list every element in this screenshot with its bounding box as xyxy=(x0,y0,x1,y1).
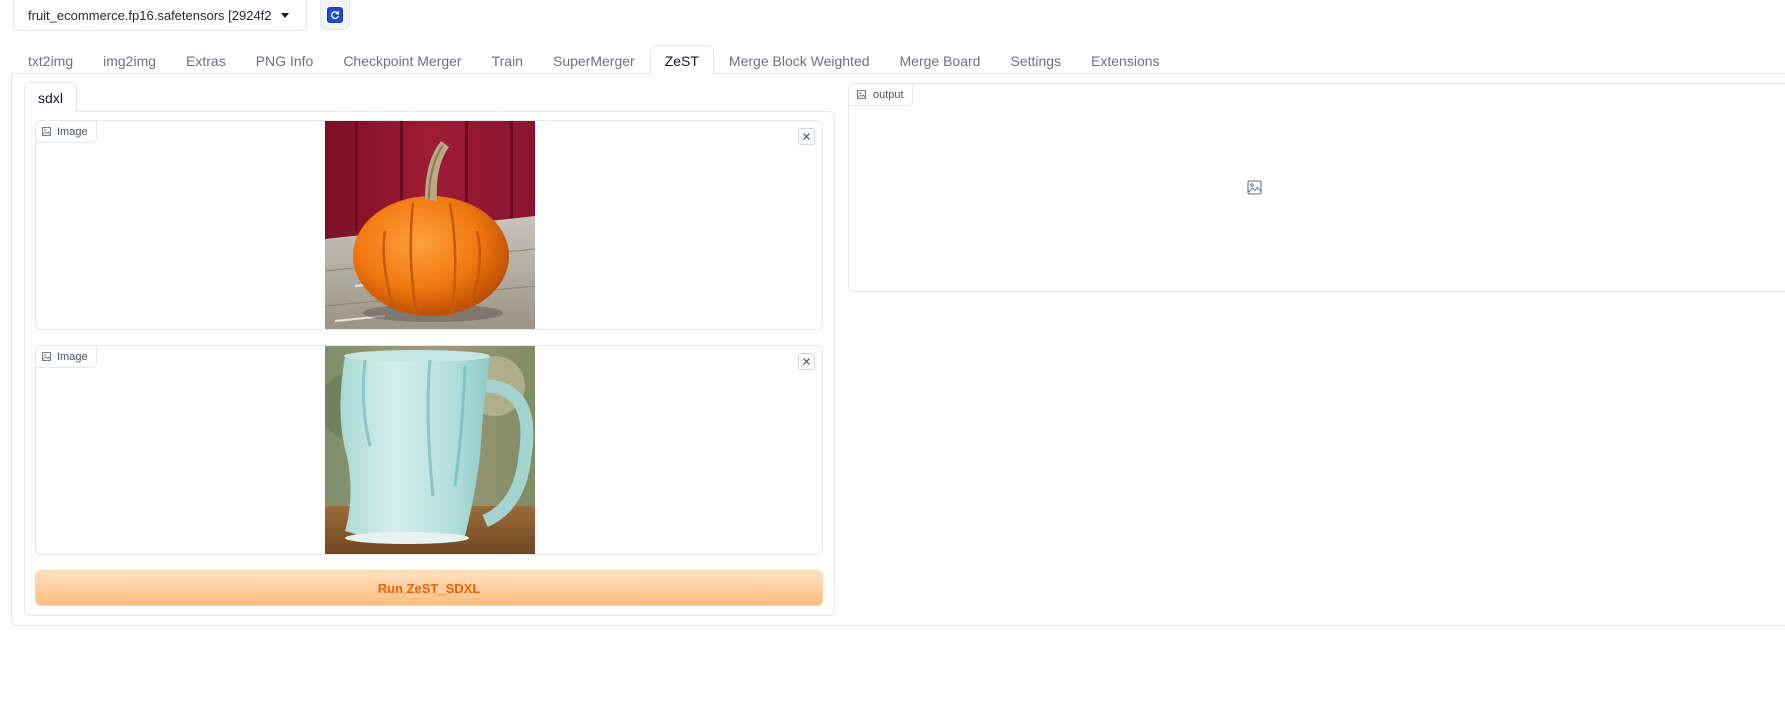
image-label-text: Image xyxy=(57,350,88,363)
tab-txt2img[interactable]: txt2img xyxy=(13,45,88,74)
chevron-down-icon xyxy=(281,12,289,18)
mug-image xyxy=(325,346,535,554)
image-icon xyxy=(42,352,51,361)
tab-extras[interactable]: Extras xyxy=(171,45,241,74)
tab-supermerger[interactable]: SuperMerger xyxy=(538,45,650,74)
image-label-text: Image xyxy=(57,125,88,138)
checkpoint-value: fruit_ecommerce.fp16.safetensors [2924f2… xyxy=(28,7,272,23)
image-icon xyxy=(857,90,866,99)
tab-merge-block-weighted[interactable]: Merge Block Weighted xyxy=(714,45,885,74)
tab-settings[interactable]: Settings xyxy=(995,45,1076,74)
refresh-button[interactable] xyxy=(320,0,350,30)
tab-png-info[interactable]: PNG Info xyxy=(241,45,329,74)
refresh-icon xyxy=(327,6,343,23)
image-placeholder-icon xyxy=(1247,180,1262,200)
image-input-1[interactable]: Image xyxy=(35,120,823,330)
clear-image-2-button[interactable] xyxy=(798,353,815,370)
output-label: output xyxy=(849,84,913,106)
tab-extensions[interactable]: Extensions xyxy=(1076,45,1174,74)
tab-img2img[interactable]: img2img xyxy=(88,45,171,74)
image-label-1: Image xyxy=(36,121,97,143)
clear-image-1-button[interactable] xyxy=(798,128,815,145)
tab-zest[interactable]: ZeST xyxy=(649,45,714,75)
run-zest-sdxl-button[interactable]: Run ZeST_SDXL xyxy=(35,570,823,606)
tab-merge-board[interactable]: Merge Board xyxy=(885,45,996,74)
checkpoint-dropdown[interactable]: fruit_ecommerce.fp16.safetensors [2924f2… xyxy=(13,0,307,31)
image-label-2: Image xyxy=(36,346,97,368)
output-image: output xyxy=(848,83,1785,292)
main-tabs: txt2img img2img Extras PNG Info Checkpoi… xyxy=(13,45,1785,75)
tab-sdxl[interactable]: sdxl xyxy=(24,82,77,112)
output-label-text: output xyxy=(873,88,904,101)
tab-train[interactable]: Train xyxy=(477,45,538,74)
tab-checkpoint-merger[interactable]: Checkpoint Merger xyxy=(328,45,476,74)
pumpkin-image xyxy=(325,121,535,329)
image-icon xyxy=(42,127,51,136)
close-icon xyxy=(803,358,810,365)
close-icon xyxy=(803,133,810,140)
image-input-2[interactable]: Image xyxy=(35,345,823,555)
